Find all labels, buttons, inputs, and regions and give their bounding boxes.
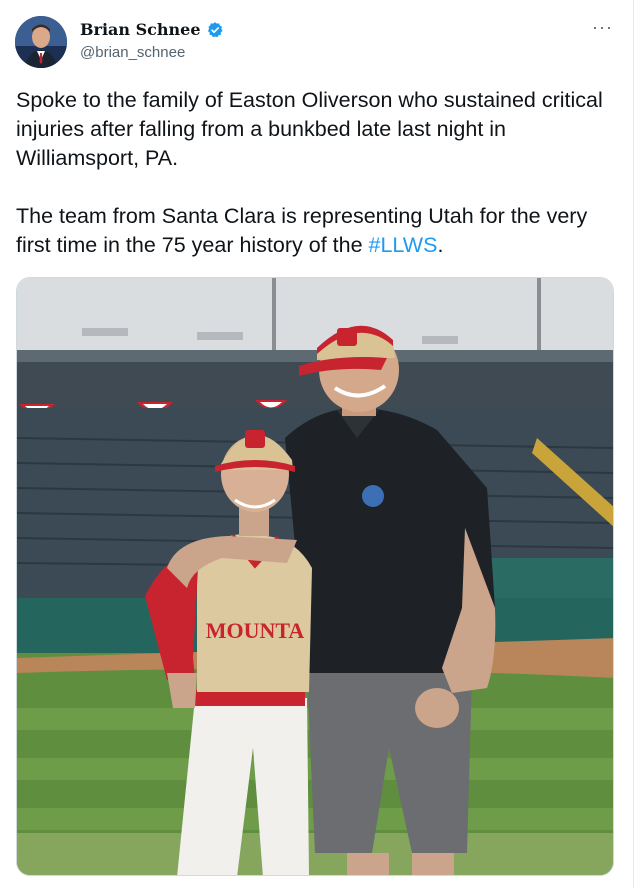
more-options-button[interactable]: ··· bbox=[592, 18, 613, 36]
light-pole bbox=[272, 278, 276, 358]
tweet-card: Brian Schnee @brian_schnee ··· Spoke to … bbox=[0, 0, 634, 888]
stadium-roof bbox=[17, 350, 613, 362]
jersey-text: MOUNTA bbox=[206, 618, 305, 643]
tweet-text: Spoke to the family of Easton Oliverson … bbox=[16, 86, 616, 289]
tweet-paragraph-2: The team from Santa Clara is representin… bbox=[16, 202, 616, 260]
more-horizontal-icon: ··· bbox=[592, 17, 613, 37]
photo-scene: MOUNTA bbox=[17, 278, 613, 875]
author-handle[interactable]: @brian_schnee bbox=[80, 44, 185, 61]
light-pole bbox=[537, 278, 541, 353]
tweet-paragraph-1: Spoke to the family of Easton Oliverson … bbox=[16, 88, 603, 170]
avatar-photo-icon bbox=[15, 16, 67, 68]
verified-badge-icon bbox=[207, 21, 223, 37]
author-avatar[interactable] bbox=[15, 16, 67, 68]
tweet-paragraph-2-text: The team from Santa Clara is representin… bbox=[16, 204, 588, 257]
hashtag-link[interactable]: #LLWS bbox=[369, 233, 438, 257]
sky bbox=[17, 278, 613, 358]
author-name-row[interactable]: Brian Schnee bbox=[80, 20, 224, 39]
author-display-name[interactable]: Brian Schnee bbox=[80, 20, 201, 39]
tweet-paragraph-2-end: . bbox=[437, 233, 444, 257]
dugout-wall bbox=[487, 558, 613, 598]
tweet-photo[interactable]: MOUNTA bbox=[16, 277, 614, 876]
